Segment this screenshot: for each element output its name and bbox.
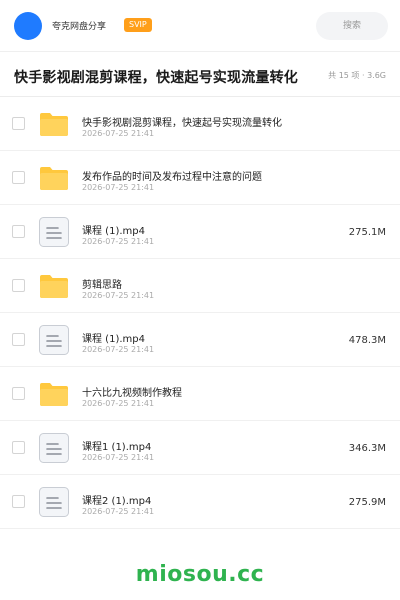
file-date: 2026-07-25 21:41 (82, 291, 155, 300)
select-checkbox[interactable] (12, 495, 25, 508)
page-title: 快手影视剧混剪课程，快速起号实现流量转化 (14, 70, 298, 86)
file-row[interactable]: 课程 (1).mp4 2026-07-25 21:41 275.1M (0, 205, 400, 259)
file-date: 2026-07-25 21:41 (82, 507, 155, 516)
vip-badge: SVIP (124, 18, 152, 32)
avatar[interactable] (14, 12, 42, 40)
file-name[interactable]: 课程2 (1).mp4 (82, 492, 151, 507)
title-row: 快手影视剧混剪课程，快速起号实现流量转化 共 15 项 · 3.6G (0, 53, 400, 97)
file-name[interactable]: 快手影视剧混剪课程，快速起号实现流量转化 (82, 114, 282, 129)
file-name[interactable]: 课程 (1).mp4 (82, 330, 145, 345)
file-date: 2026-07-25 21:41 (82, 129, 155, 138)
file-icon (38, 432, 70, 464)
file-name[interactable]: 课程 (1).mp4 (82, 222, 145, 237)
file-row[interactable]: 快手影视剧混剪课程，快速起号实现流量转化 2026-07-25 21:41 (0, 97, 400, 151)
file-row[interactable]: 发布作品的时间及发布过程中注意的问题 2026-07-25 21:41 (0, 151, 400, 205)
select-checkbox[interactable] (12, 225, 25, 238)
file-row[interactable]: 课程1 (1).mp4 2026-07-25 21:41 346.3M (0, 421, 400, 475)
file-name[interactable]: 剪辑思路 (82, 276, 122, 291)
folder-icon (38, 108, 70, 140)
file-icon (38, 216, 70, 248)
file-row[interactable]: 剪辑思路 2026-07-25 21:41 (0, 259, 400, 313)
watermark-text: miosou.cc (135, 562, 265, 587)
file-name[interactable]: 课程1 (1).mp4 (82, 438, 151, 453)
file-date: 2026-07-25 21:41 (82, 345, 155, 354)
file-icon (38, 486, 70, 518)
file-date: 2026-07-25 21:41 (82, 237, 155, 246)
file-row[interactable]: 课程 (1).mp4 2026-07-25 21:41 478.3M (0, 313, 400, 367)
file-icon (38, 324, 70, 356)
file-size: 275.9M (348, 497, 386, 508)
select-checkbox[interactable] (12, 171, 25, 184)
top-bar: 夸克网盘分享 SVIP 搜索 (0, 0, 400, 52)
file-row[interactable]: 十六比九视频制作教程 2026-07-25 21:41 (0, 367, 400, 421)
file-row[interactable]: 课程2 (1).mp4 2026-07-25 21:41 275.9M (0, 475, 400, 529)
file-date: 2026-07-25 21:41 (82, 399, 155, 408)
select-checkbox[interactable] (12, 117, 25, 130)
share-owner-name: 夸克网盘分享 (52, 22, 107, 32)
file-date: 2026-07-25 21:41 (82, 453, 155, 462)
select-checkbox[interactable] (12, 387, 25, 400)
search-input[interactable]: 搜索 (316, 12, 388, 40)
select-checkbox[interactable] (12, 441, 25, 454)
file-size: 478.3M (348, 335, 386, 346)
item-count-size: 共 15 项 · 3.6G (328, 71, 386, 80)
file-name[interactable]: 十六比九视频制作教程 (82, 384, 182, 399)
folder-icon (38, 378, 70, 410)
folder-icon (38, 270, 70, 302)
file-size: 275.1M (348, 227, 386, 238)
folder-icon (38, 162, 70, 194)
file-date: 2026-07-25 21:41 (82, 183, 155, 192)
file-size: 346.3M (348, 443, 386, 454)
select-checkbox[interactable] (12, 333, 25, 346)
select-checkbox[interactable] (12, 279, 25, 292)
file-list: 快手影视剧混剪课程，快速起号实现流量转化 2026-07-25 21:41 发布作品… (0, 97, 400, 529)
file-name[interactable]: 发布作品的时间及发布过程中注意的问题 (82, 168, 262, 183)
